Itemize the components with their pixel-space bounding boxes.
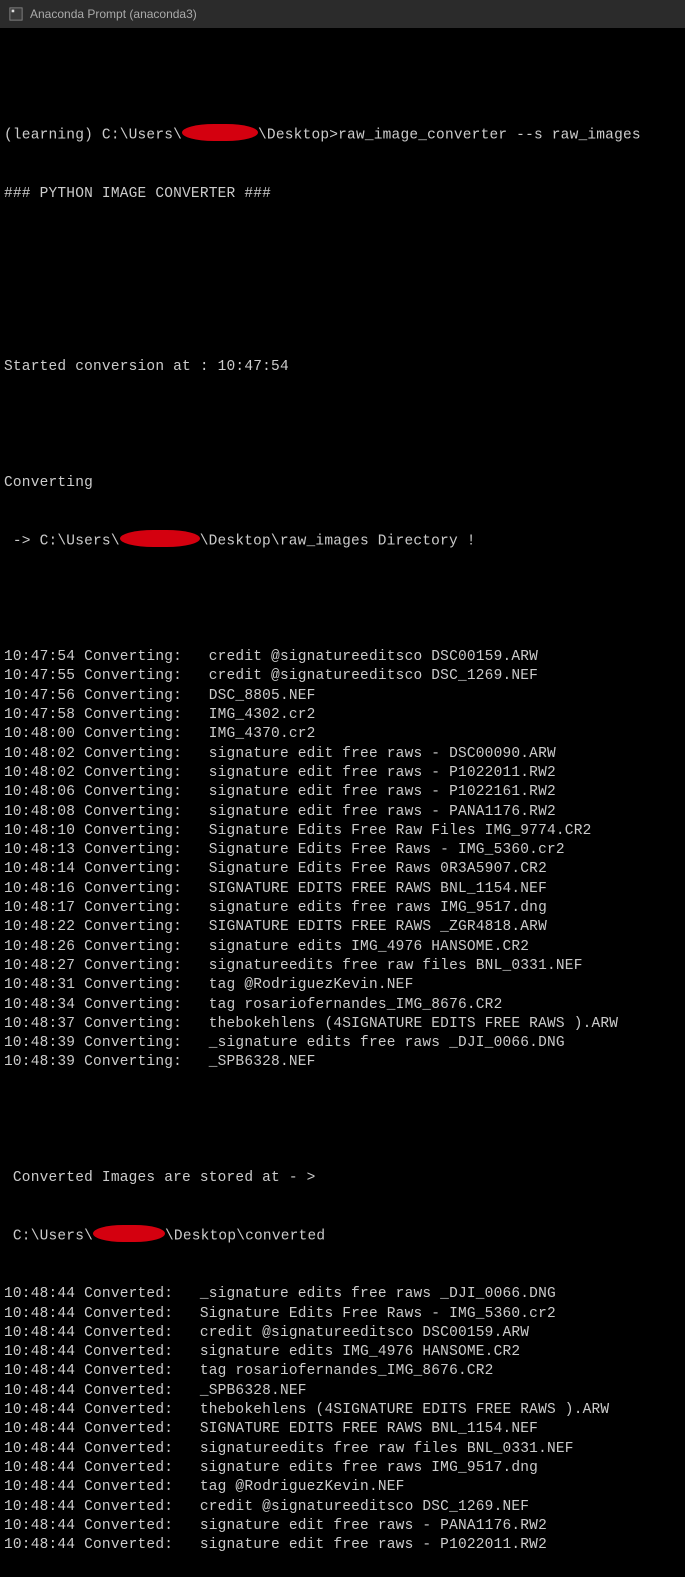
header-line: ### PYTHON IMAGE CONVERTER ###: [4, 185, 681, 204]
converting-line: 10:48:34 Converting: tag rosariofernande…: [4, 996, 681, 1015]
window-titlebar[interactable]: Anaconda Prompt (anaconda3): [0, 0, 685, 28]
converted-line: 10:48:44 Converted: signature edits free…: [4, 1459, 681, 1478]
started-line: Started conversion at : 10:47:54: [4, 358, 681, 377]
converting-line: 10:48:17 Converting: signature edits fre…: [4, 899, 681, 918]
converting-line: 10:48:39 Converting: _SPB6328.NEF: [4, 1053, 681, 1072]
redacted-username: [120, 530, 200, 547]
converting-line: 10:48:10 Converting: Signature Edits Fre…: [4, 822, 681, 841]
converted-line: 10:48:44 Converted: _SPB6328.NEF: [4, 1382, 681, 1401]
terminal-output[interactable]: (learning) C:\Users\\Desktop>raw_image_c…: [0, 28, 685, 1577]
converted-line: 10:48:44 Converted: signature edit free …: [4, 1536, 681, 1555]
prompt-line: (learning) C:\Users\\Desktop>raw_image_c…: [4, 126, 681, 146]
converting-line: 10:47:54 Converting: credit @signatureed…: [4, 648, 681, 667]
converted-line: 10:48:44 Converted: signature edit free …: [4, 1517, 681, 1536]
converted-line: 10:48:44 Converted: credit @signatureedi…: [4, 1498, 681, 1517]
converting-line: 10:48:13 Converting: Signature Edits Fre…: [4, 841, 681, 860]
converting-line: 10:48:06 Converting: signature edit free…: [4, 783, 681, 802]
converting-line: 10:48:02 Converting: signature edit free…: [4, 745, 681, 764]
converting-line: 10:48:27 Converting: signatureedits free…: [4, 957, 681, 976]
converting-line: 10:48:16 Converting: SIGNATURE EDITS FRE…: [4, 880, 681, 899]
converted-line: 10:48:44 Converted: tag @RodriguezKevin.…: [4, 1478, 681, 1497]
stored-at-line: Converted Images are stored at - >: [4, 1169, 681, 1188]
converted-line: 10:48:44 Converted: tag rosariofernandes…: [4, 1362, 681, 1381]
stored-path: C:\Users\\Desktop\converted: [4, 1227, 681, 1247]
converted-line: 10:48:44 Converted: signatureedits free …: [4, 1440, 681, 1459]
app-icon: [8, 6, 24, 22]
converting-line: 10:48:26 Converting: signature edits IMG…: [4, 938, 681, 957]
converting-line: 10:48:02 Converting: signature edit free…: [4, 764, 681, 783]
converting-label: Converting: [4, 474, 681, 493]
converting-line: 10:48:37 Converting: thebokehlens (4SIGN…: [4, 1015, 681, 1034]
converting-dir: -> C:\Users\\Desktop\raw_images Director…: [4, 532, 681, 552]
converting-line: 10:48:39 Converting: _signature edits fr…: [4, 1034, 681, 1053]
converting-line: 10:48:00 Converting: IMG_4370.cr2: [4, 725, 681, 744]
converting-line: 10:47:58 Converting: IMG_4302.cr2: [4, 706, 681, 725]
converting-line: 10:47:56 Converting: DSC_8805.NEF: [4, 687, 681, 706]
converted-line: 10:48:44 Converted: _signature edits fre…: [4, 1285, 681, 1304]
converting-line: 10:48:08 Converting: signature edit free…: [4, 803, 681, 822]
converted-line: 10:48:44 Converted: credit @signatureedi…: [4, 1324, 681, 1343]
converted-line: 10:48:44 Converted: SIGNATURE EDITS FREE…: [4, 1420, 681, 1439]
converting-line: 10:48:31 Converting: tag @RodriguezKevin…: [4, 976, 681, 995]
converting-line: 10:47:55 Converting: credit @signatureed…: [4, 667, 681, 686]
window-title: Anaconda Prompt (anaconda3): [30, 7, 197, 21]
converted-line: 10:48:44 Converted: Signature Edits Free…: [4, 1305, 681, 1324]
redacted-username: [182, 124, 258, 141]
converted-line: 10:48:44 Converted: thebokehlens (4SIGNA…: [4, 1401, 681, 1420]
converting-line: 10:48:22 Converting: SIGNATURE EDITS FRE…: [4, 918, 681, 937]
converted-line: 10:48:44 Converted: signature edits IMG_…: [4, 1343, 681, 1362]
redacted-username: [93, 1225, 165, 1242]
converting-line: 10:48:14 Converting: Signature Edits Fre…: [4, 860, 681, 879]
